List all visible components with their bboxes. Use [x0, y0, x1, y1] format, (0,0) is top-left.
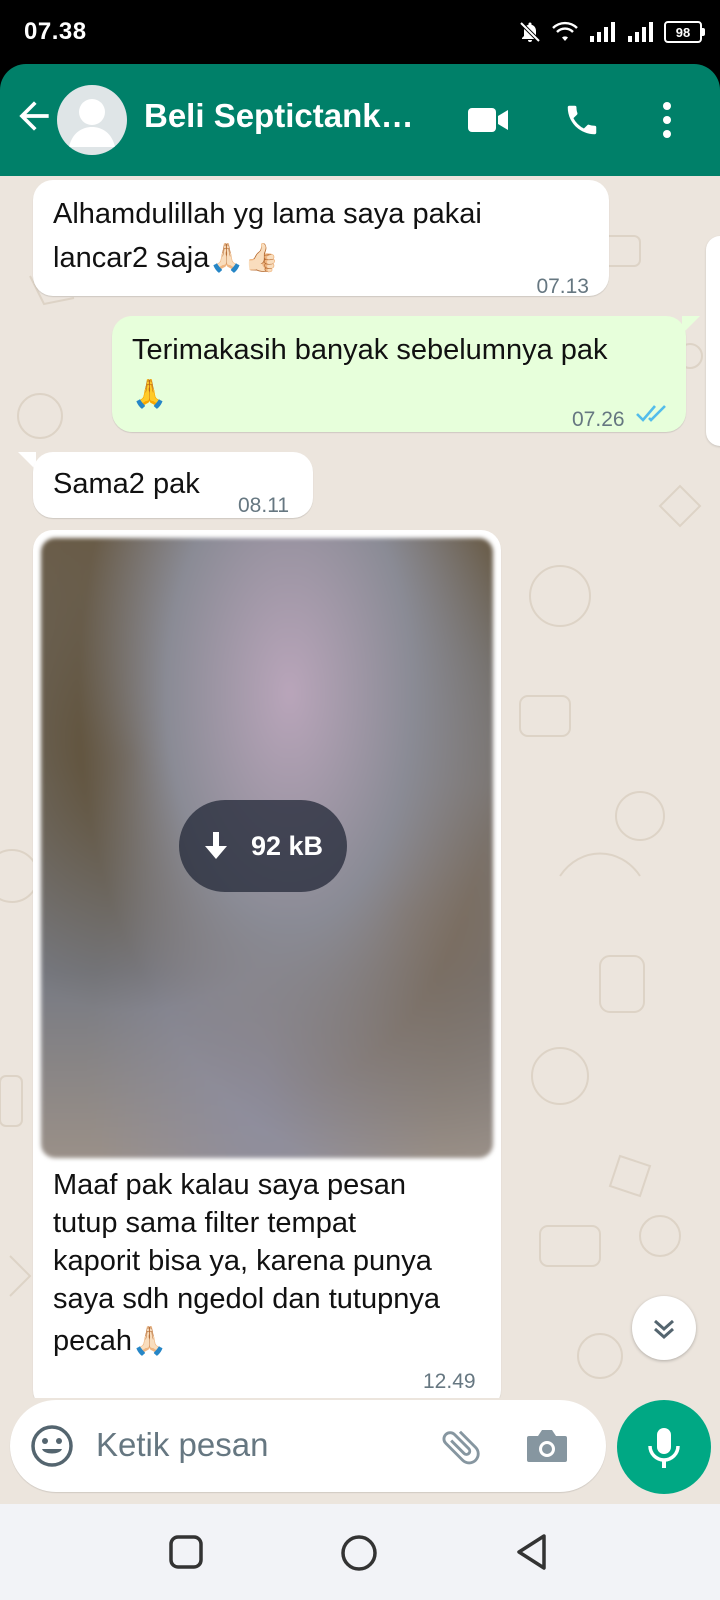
message-composer[interactable]: Ketik pesan — [10, 1400, 606, 1492]
camera-icon[interactable] — [525, 1426, 569, 1466]
more-vert-icon[interactable] — [641, 94, 693, 146]
input-bar: Ketik pesan — [0, 1398, 720, 1504]
emoji-icon[interactable] — [30, 1424, 74, 1468]
message-input[interactable]: Ketik pesan — [96, 1426, 268, 1464]
download-size: 92 kB — [250, 831, 324, 861]
attach-icon[interactable] — [438, 1424, 484, 1470]
emoji-pray: 🙏🏻 — [132, 1324, 167, 1357]
message-outgoing[interactable]: Terimakasih banyak sebelumnya pak 🙏 07.2… — [112, 316, 686, 432]
home-icon[interactable] — [340, 1534, 378, 1572]
message-time: 07.26 — [572, 408, 625, 431]
status-bar: 07.38 98 — [0, 0, 720, 64]
status-icons: 98 — [518, 18, 705, 46]
image-caption: Maaf pak kalau saya pesan tutup sama fil… — [53, 1169, 440, 1357]
download-icon — [204, 832, 227, 859]
message-incoming[interactable]: Alhamdulillah yg lama saya pakai lancar2… — [33, 180, 609, 298]
system-nav-bar — [0, 1504, 720, 1600]
message-text: Sama2 pak — [53, 468, 200, 500]
battery-indicator: 98 — [664, 21, 705, 43]
status-time: 07.38 — [24, 18, 87, 45]
contact-name[interactable]: Beli Septictank… — [144, 97, 414, 135]
avatar-icon[interactable] — [57, 85, 127, 155]
message-incoming[interactable]: Sama2 pak 08.11 — [33, 452, 313, 518]
side-bubble-edge — [706, 236, 720, 446]
signal-icon — [590, 22, 615, 42]
mic-icon[interactable] — [617, 1400, 711, 1494]
video-call-icon[interactable] — [462, 94, 514, 146]
chat-header: Beli Septictank… — [0, 64, 720, 176]
back-nav-icon[interactable] — [514, 1532, 550, 1572]
message-time: 08.11 — [238, 494, 289, 517]
scroll-down-icon[interactable] — [632, 1296, 696, 1360]
double-check-icon — [636, 405, 666, 422]
phone-icon[interactable] — [556, 94, 608, 146]
bubble-tail — [682, 316, 700, 334]
message-text: Terimakasih banyak sebelumnya pak 🙏 — [132, 328, 608, 416]
download-button[interactable]: 92 kB — [179, 800, 347, 892]
emoji-pray: 🙏 — [132, 377, 167, 410]
message-list[interactable]: Alhamdulillah yg lama saya pakai lancar2… — [0, 176, 720, 1398]
recent-apps-icon[interactable] — [168, 1534, 204, 1570]
signal-icon-2 — [628, 22, 653, 42]
wifi-icon — [552, 21, 578, 41]
message-time: 07.13 — [536, 275, 589, 298]
emoji-pray-thumbs: 🙏🏻👍🏻 — [209, 241, 280, 274]
message-time: 12.49 — [423, 1370, 476, 1393]
message-image[interactable]: 92 kB Maaf pak kalau saya pesan tutup sa… — [33, 530, 501, 1398]
back-arrow-icon[interactable] — [12, 94, 56, 138]
message-text: Alhamdulillah yg lama saya pakai lancar2… — [53, 198, 482, 274]
mute-notifications-icon — [519, 21, 541, 43]
